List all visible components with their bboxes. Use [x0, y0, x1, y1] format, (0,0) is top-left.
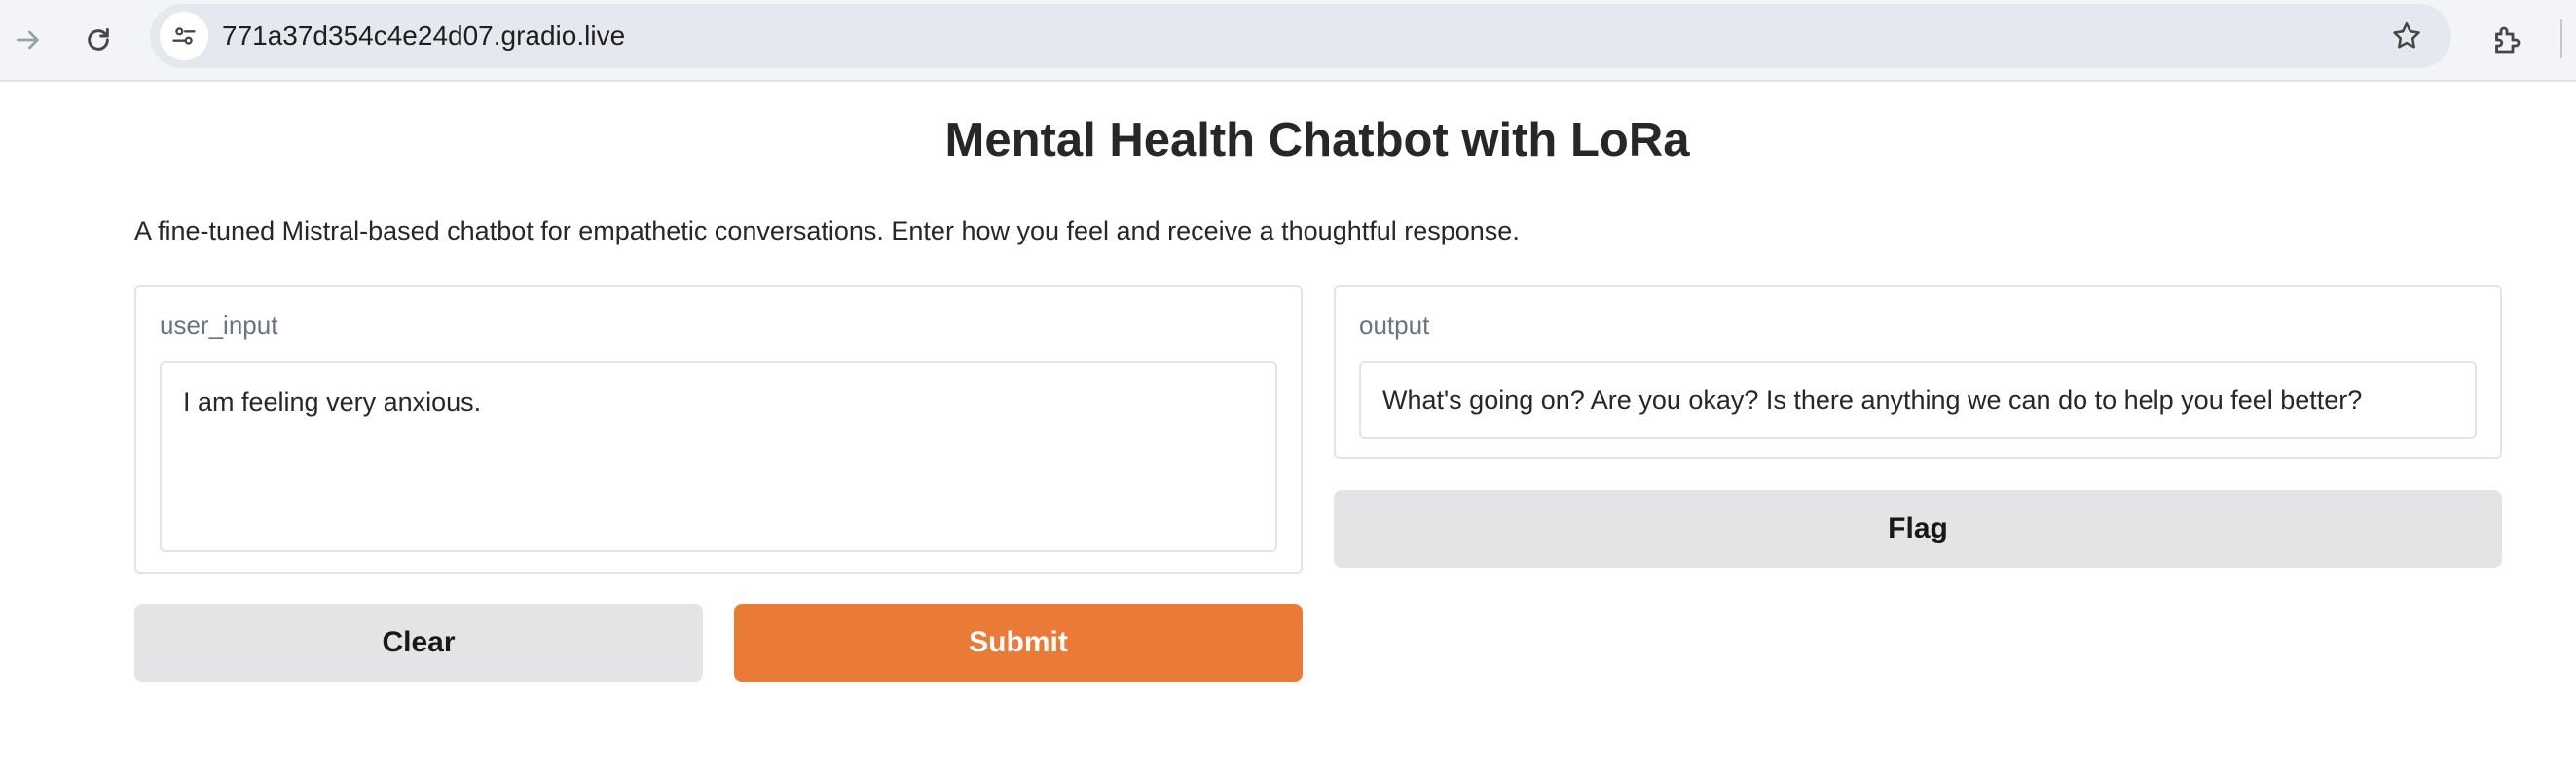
forward-arrow-icon[interactable] — [0, 12, 56, 68]
url-text[interactable]: 771a37d354c4e24d07.gradio.live — [222, 4, 625, 68]
address-bar[interactable]: 771a37d354c4e24d07.gradio.live — [150, 4, 2451, 68]
extensions-icon[interactable] — [2479, 12, 2535, 68]
bookmark-star-icon[interactable] — [2387, 17, 2426, 56]
output-textbox[interactable]: What's going on? Are you okay? Is there … — [1359, 361, 2477, 439]
clear-button[interactable]: Clear — [134, 604, 703, 682]
page-description: A fine-tuned Mistral-based chatbot for e… — [134, 216, 1520, 245]
page-title: Mental Health Chatbot with LoRa — [944, 114, 1690, 167]
output-panel: output What's going on? Are you okay? Is… — [1334, 285, 2502, 459]
submit-button[interactable]: Submit — [734, 604, 1303, 682]
toolbar-divider — [2560, 19, 2562, 58]
flag-button[interactable]: Flag — [1334, 490, 2502, 568]
reload-icon[interactable] — [70, 12, 127, 68]
output-label: output — [1359, 311, 1430, 340]
user-input-panel: user_input I am feeling very anxious. — [134, 285, 1303, 574]
site-info-icon[interactable] — [160, 12, 208, 60]
user-input-textarea[interactable]: I am feeling very anxious. — [160, 361, 1277, 552]
browser-toolbar: 771a37d354c4e24d07.gradio.live — [0, 0, 2576, 82]
user-input-label: user_input — [160, 311, 278, 340]
